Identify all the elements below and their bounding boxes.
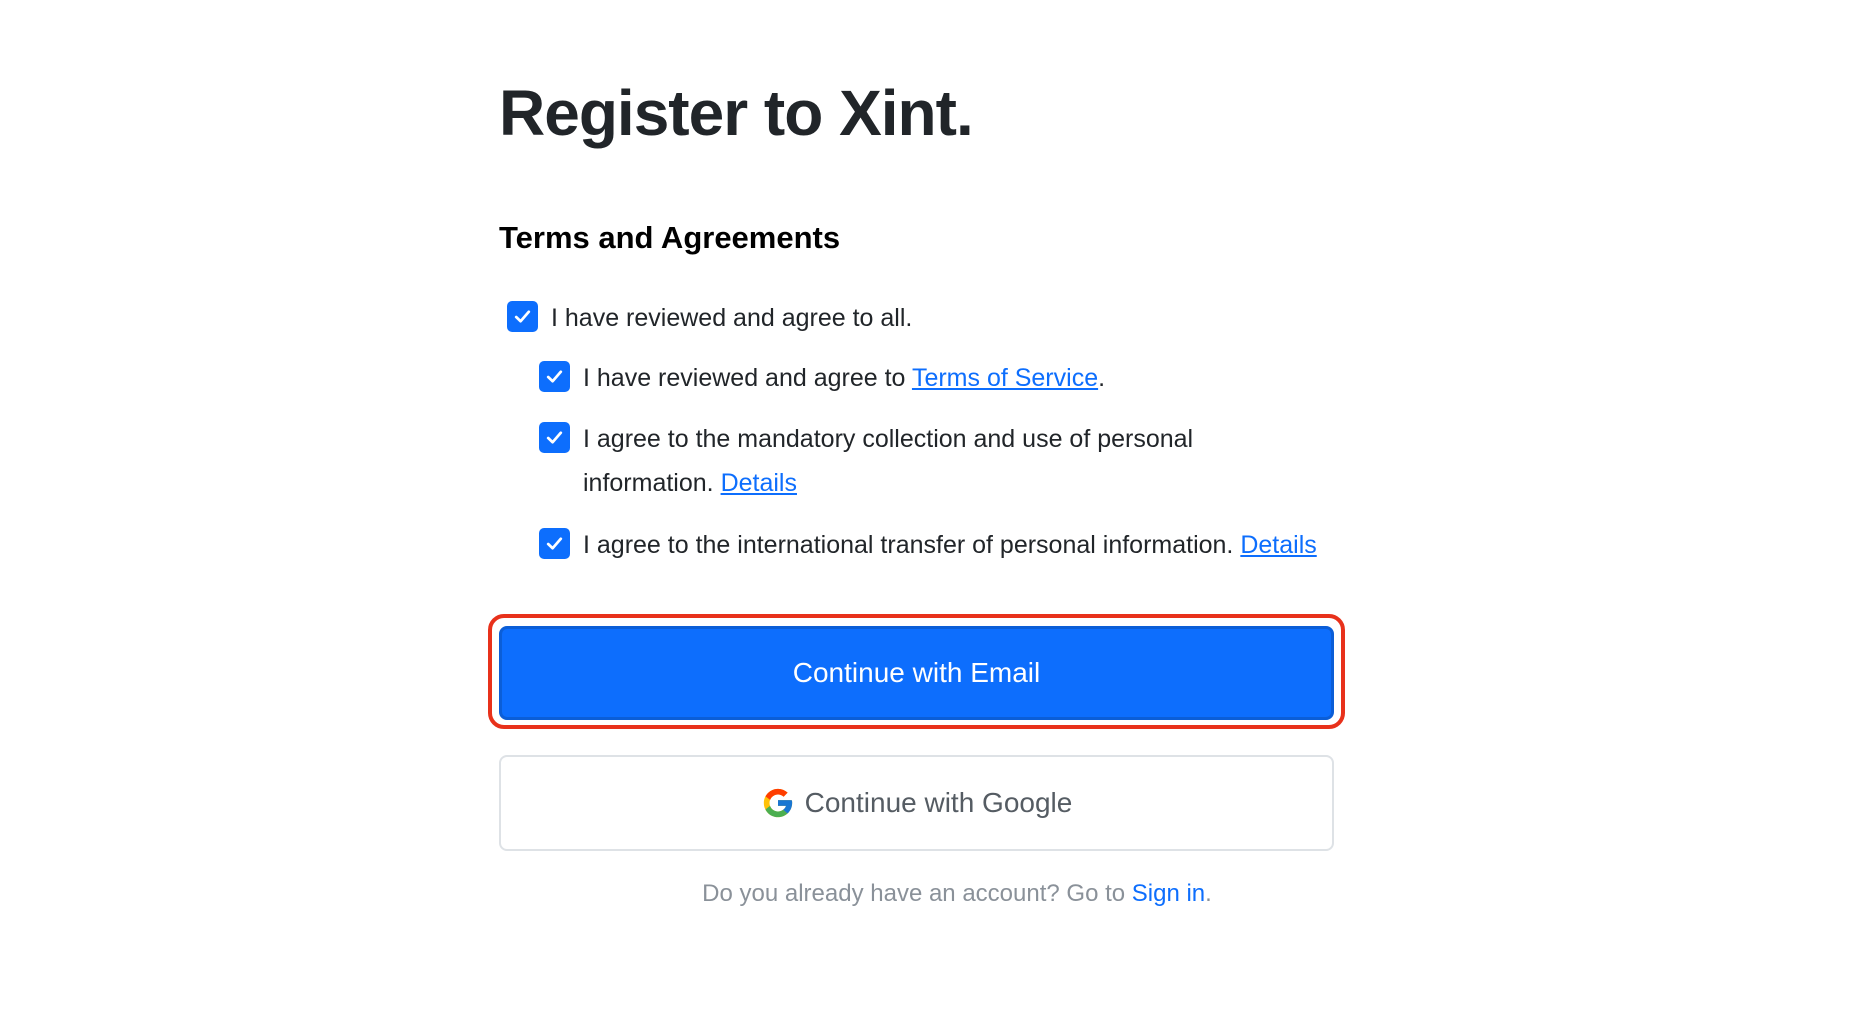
agree-terms-text: I have reviewed and agree to — [583, 364, 912, 392]
agree-collection-row[interactable]: I agree to the mandatory collection and … — [539, 417, 1223, 505]
agree-transfer-checkbox[interactable] — [539, 528, 570, 559]
agree-transfer-row[interactable]: I agree to the international transfer of… — [539, 523, 1317, 567]
agree-all-row[interactable]: I have reviewed and agree to all. — [507, 296, 912, 340]
agree-terms-checkbox[interactable] — [539, 361, 570, 392]
google-logo-icon — [763, 788, 792, 818]
agree-collection-label: I agree to the mandatory collection and … — [583, 417, 1223, 505]
agree-all-label: I have reviewed and agree to all. — [551, 304, 913, 332]
continue-with-email-label: Continue with Email — [792, 657, 1041, 688]
agree-transfer-label: I agree to the international transfer of… — [583, 523, 1317, 567]
check-icon — [514, 310, 531, 323]
agree-collection-text: I agree to the mandatory collection and … — [583, 425, 1194, 497]
signin-prompt: Do you already have an account? Go to Si… — [499, 880, 1415, 908]
signin-prompt-period: . — [1205, 880, 1212, 907]
agree-terms-row[interactable]: I have reviewed and agree to Terms of Se… — [539, 356, 1105, 400]
agree-all-checkbox[interactable] — [507, 301, 538, 332]
terms-of-service-link[interactable]: Terms of Service — [912, 364, 1098, 392]
check-icon — [546, 370, 563, 383]
check-icon — [546, 537, 563, 550]
collection-details-link[interactable]: Details — [721, 469, 797, 497]
agree-transfer-text: I agree to the international transfer of… — [583, 531, 1241, 559]
continue-with-google-label: Continue with Google — [804, 787, 1073, 818]
sign-in-link[interactable]: Sign in — [1132, 880, 1205, 907]
signin-prompt-text: Do you already have an account? Go to — [702, 880, 1132, 907]
agree-terms-label: I have reviewed and agree to Terms of Se… — [583, 356, 1105, 400]
agree-terms-period: . — [1098, 364, 1106, 392]
transfer-details-link[interactable]: Details — [1240, 531, 1316, 559]
continue-with-email-button[interactable]: Continue with Email — [499, 626, 1334, 720]
agree-collection-checkbox[interactable] — [539, 422, 570, 453]
check-icon — [546, 431, 563, 444]
page-title: Register to Xint. — [499, 77, 974, 149]
continue-with-google-button[interactable]: Continue with Google — [499, 755, 1334, 851]
terms-section-title: Terms and Agreements — [499, 220, 841, 255]
